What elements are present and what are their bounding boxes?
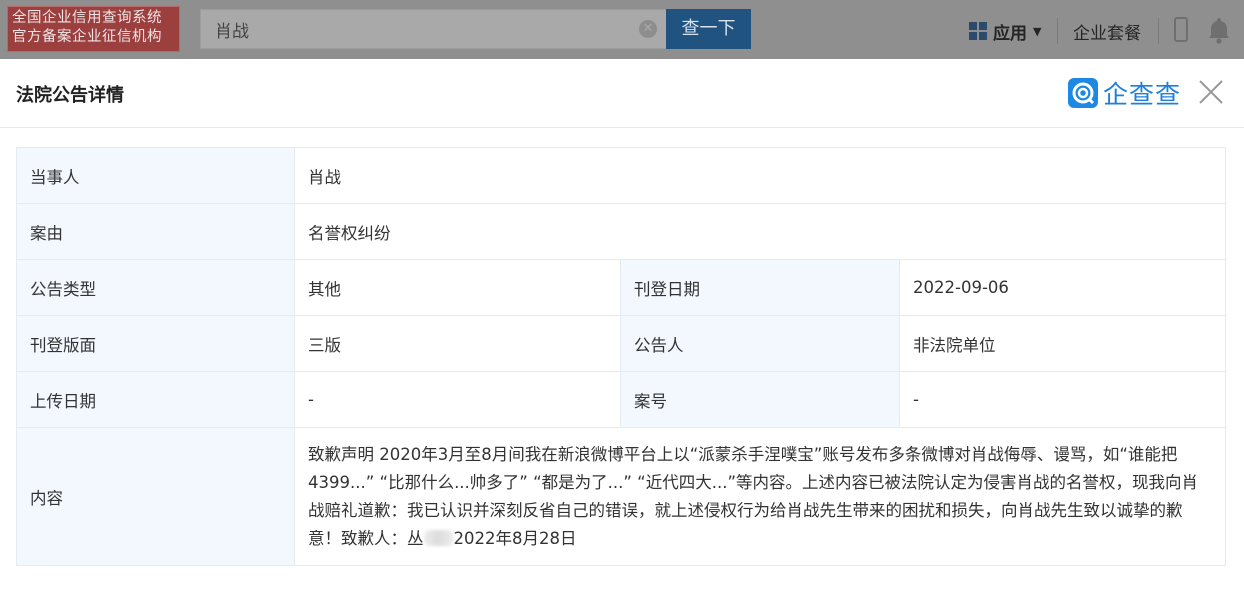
- brand-line-2: 官方备案企业征信机构: [12, 29, 162, 45]
- pub-date-label: 刊登日期: [620, 259, 900, 316]
- content-text-part-2: 2022年8月28日: [453, 528, 577, 548]
- table-row: 案由 名誉权纠纷: [16, 203, 1227, 260]
- party-label: 当事人: [16, 147, 295, 204]
- search-box: ✕: [200, 9, 668, 49]
- brand-badge[interactable]: 全国企业信用查询系统 官方备案企业征信机构: [7, 6, 180, 52]
- page-value: 三版: [294, 315, 621, 372]
- party-value: 肖战: [293, 147, 1227, 204]
- table-row: 上传日期 - 案号 -: [16, 371, 1227, 428]
- table-row: 刊登版面 三版 公告人 非法院单位: [16, 315, 1227, 372]
- apps-menu[interactable]: 应用 ▼: [969, 19, 1042, 44]
- pub-date-value: 2022-09-06: [898, 259, 1227, 316]
- clear-icon[interactable]: ✕: [639, 20, 657, 38]
- table-row: 当事人 肖战: [16, 147, 1227, 204]
- logo-text: 企查查: [1103, 80, 1182, 109]
- notice-detail-table: 当事人 肖战 案由 名誉权纠纷 公告类型 其他 刊登日期 2022-09-06 …: [16, 147, 1227, 566]
- close-icon[interactable]: [1198, 79, 1224, 105]
- qichacha-logo: 企查查: [1068, 75, 1181, 111]
- chevron-down-icon: ▼: [1033, 24, 1042, 38]
- modal-header: 法院公告详情 企查查: [0, 59, 1244, 128]
- qichacha-logo-icon: [1068, 78, 1098, 108]
- brand-line-1: 全国企业信用查询系统: [12, 10, 162, 26]
- upload-date-label: 上传日期: [16, 371, 295, 428]
- table-row: 公告类型 其他 刊登日期 2022-09-06: [16, 259, 1227, 316]
- case-number-value: -: [898, 371, 1227, 428]
- phone-icon[interactable]: [1174, 17, 1188, 42]
- enterprise-package-link[interactable]: 企业套餐: [1073, 19, 1141, 44]
- modal-title: 法院公告详情: [16, 85, 124, 106]
- court-notice-modal: 法院公告详情 企查查 当事人 肖战 案由 名誉权纠纷 公告类型 其他 刊登日期 …: [0, 59, 1244, 607]
- type-label: 公告类型: [16, 259, 295, 316]
- table-row: 内容 致歉声明 2020年3月至8月间我在新浪微博平台上以“派蒙杀手涅噗宝”账号…: [16, 427, 1227, 566]
- bell-icon[interactable]: [1207, 16, 1231, 44]
- content-label: 内容: [16, 427, 295, 566]
- divider: [1158, 18, 1159, 44]
- announcer-value: 非法院单位: [898, 315, 1227, 372]
- page-label: 刊登版面: [16, 315, 295, 372]
- announcer-label: 公告人: [620, 315, 900, 372]
- top-navbar: 全国企业信用查询系统 官方备案企业征信机构 ✕ 查一下 应用 ▼ 企业套餐: [0, 0, 1244, 59]
- apps-label: 应用: [993, 23, 1027, 44]
- content-text: 致歉声明 2020年3月至8月间我在新浪微博平台上以“派蒙杀手涅噗宝”账号发布多…: [308, 439, 1225, 555]
- search-button[interactable]: 查一下: [666, 9, 751, 49]
- type-value: 其他: [294, 259, 621, 316]
- cause-value: 名誉权纠纷: [293, 203, 1227, 260]
- cause-label: 案由: [16, 203, 295, 260]
- upload-date-value: -: [294, 371, 621, 428]
- redacted-name: [423, 529, 454, 546]
- divider: [1057, 18, 1058, 44]
- search-input[interactable]: [215, 10, 625, 48]
- content-cell: 致歉声明 2020年3月至8月间我在新浪微博平台上以“派蒙杀手涅噗宝”账号发布多…: [293, 427, 1227, 566]
- apps-grid-icon: [969, 22, 987, 40]
- case-number-label: 案号: [620, 371, 900, 428]
